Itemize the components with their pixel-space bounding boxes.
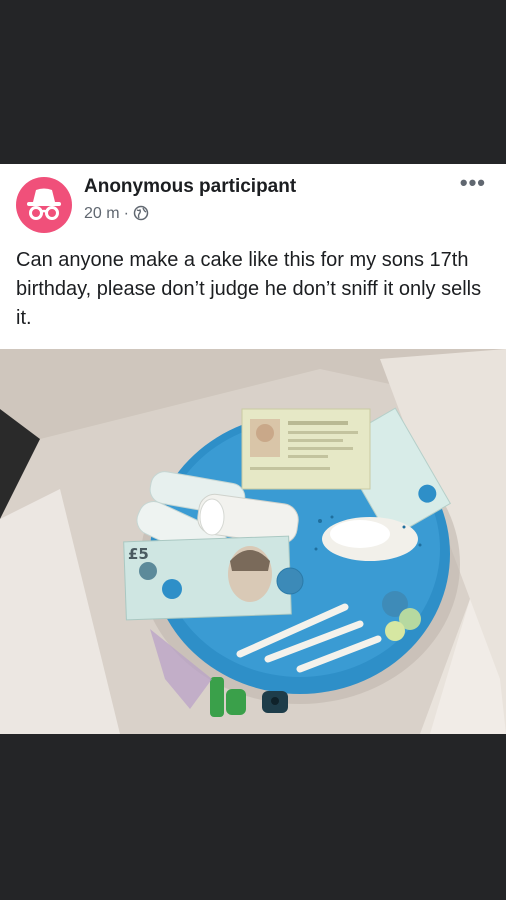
meta-separator: · bbox=[123, 205, 129, 222]
more-options-icon[interactable]: ••• bbox=[460, 170, 486, 196]
post-meta: 20 m · bbox=[84, 205, 149, 226]
banknote-front: £5 bbox=[123, 535, 292, 621]
author-name[interactable]: Anonymous participant bbox=[84, 176, 296, 198]
incognito-icon bbox=[27, 188, 61, 220]
top-dark-bar bbox=[0, 0, 506, 164]
avatar[interactable] bbox=[16, 177, 72, 233]
bottom-dark-bar bbox=[0, 734, 506, 900]
post-time[interactable]: 20 m bbox=[84, 205, 120, 222]
post-card: Anonymous participant 20 m · ••• Can anyo… bbox=[0, 164, 506, 734]
powder-pile bbox=[322, 517, 418, 561]
note-label: £5 bbox=[128, 545, 149, 563]
id-card bbox=[241, 408, 371, 490]
post-text: Can anyone make a cake like this for my … bbox=[16, 249, 482, 329]
globe-icon bbox=[133, 205, 149, 226]
post-photo[interactable]: £5 bbox=[0, 349, 506, 734]
